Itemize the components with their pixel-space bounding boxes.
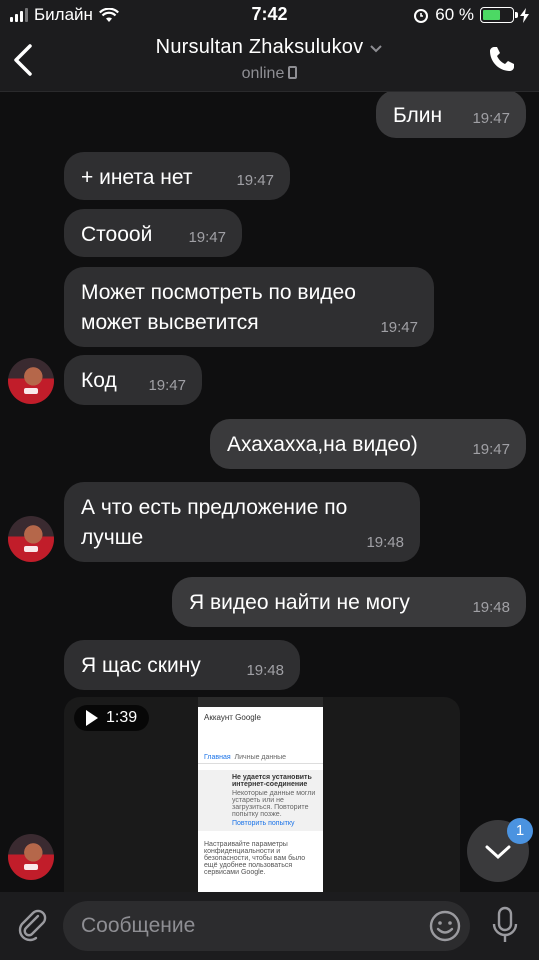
emoji-icon[interactable] (428, 909, 462, 943)
microphone-icon[interactable] (490, 906, 520, 944)
message-bubble-outgoing[interactable]: Блин 19:47 (376, 92, 526, 138)
thumbnail-error-title: Не удается установить интернет-соединени… (232, 774, 312, 788)
message-text: Может посмотреть по видео может высветит… (81, 281, 356, 334)
message-bubble-outgoing[interactable]: Ахахахха,на видео) 19:47 (210, 419, 526, 469)
message-text: + инета нет (81, 166, 193, 189)
thumbnail-tab: Главная (204, 754, 231, 761)
battery-percent: 60 % (435, 5, 474, 24)
thumbnail-title: Аккаунт Google (204, 713, 261, 722)
unread-count-badge: 1 (507, 818, 533, 844)
message-text: Код (81, 369, 117, 392)
message-text: Блин (393, 104, 443, 127)
online-status-label: online (241, 65, 285, 82)
message-text: А что есть предложение по лучше (81, 496, 348, 549)
avatar[interactable] (8, 358, 54, 404)
message-text: Стооой (81, 223, 153, 246)
contact-info[interactable]: Nursultan Zhaksulukov online (0, 36, 539, 83)
message-bubble-incoming[interactable]: Стооой 19:47 (64, 209, 242, 257)
message-bubble-outgoing[interactable]: Я видео найти не могу 19:48 (172, 577, 526, 627)
thumbnail-tab: Личные данные (234, 754, 287, 761)
message-bubble-incoming[interactable]: А что есть предложение по лучше 19:48 (64, 482, 420, 562)
message-text: Я видео найти не могу (189, 591, 410, 614)
message-composer (0, 892, 539, 960)
video-duration: 1:39 (106, 709, 138, 726)
message-time: 19:47 (380, 319, 418, 336)
thumbnail-retry: Повторить попытку (232, 820, 295, 827)
attach-icon[interactable] (14, 906, 50, 942)
call-icon[interactable] (487, 44, 517, 74)
message-time: 19:47 (472, 441, 510, 458)
chevron-down-icon[interactable] (369, 44, 383, 53)
status-bar: Билайн 7:42 60 % (0, 0, 539, 30)
message-bubble-incoming[interactable]: Код 19:47 (64, 355, 202, 405)
message-text: Ахахахха,на видео) (227, 433, 418, 456)
thumbnail-error-card: Не удается установить интернет-соединени… (198, 770, 323, 831)
message-time: 19:47 (236, 172, 274, 189)
message-list[interactable]: Блин 19:47 + инета нет 19:47 Стооой 19:4… (0, 92, 539, 892)
thumbnail-status-bar (198, 697, 323, 707)
video-thumbnail: Аккаунт Google Главная Личные данные Не … (198, 697, 323, 892)
message-bubble-incoming[interactable]: Может посмотреть по видео может высветит… (64, 267, 434, 347)
contact-name[interactable]: Nursultan Zhaksulukov (156, 36, 364, 58)
message-time: 19:48 (472, 599, 510, 616)
thumbnail-tabs: Главная Личные данные (198, 752, 323, 764)
alarm-icon (414, 9, 429, 23)
chat-header: Nursultan Zhaksulukov online (0, 30, 539, 92)
message-input[interactable] (63, 901, 470, 951)
message-text: Я щас скину (81, 654, 201, 677)
play-icon (86, 710, 98, 726)
message-time: 19:48 (366, 534, 404, 551)
video-duration-badge[interactable]: 1:39 (74, 705, 150, 731)
online-status: online (0, 65, 539, 83)
charging-icon (520, 7, 529, 23)
message-time: 19:47 (472, 110, 510, 127)
message-time: 19:48 (246, 662, 284, 679)
video-message[interactable]: Аккаунт Google Главная Личные данные Не … (64, 697, 460, 892)
battery-icon (480, 7, 518, 23)
message-time: 19:47 (148, 377, 186, 394)
message-time: 19:47 (188, 229, 226, 246)
message-bubble-incoming[interactable]: Я щас скину 19:48 (64, 640, 300, 690)
message-bubble-incoming[interactable]: + инета нет 19:47 (64, 152, 290, 200)
status-right: 60 % (413, 5, 529, 25)
avatar[interactable] (8, 516, 54, 562)
thumbnail-footer: Настраивайте параметры конфиденциальност… (204, 841, 306, 876)
mobile-device-icon (288, 66, 298, 79)
avatar[interactable] (8, 834, 54, 880)
thumbnail-error-body: Некоторые данные могли устареть или не з… (232, 790, 316, 818)
